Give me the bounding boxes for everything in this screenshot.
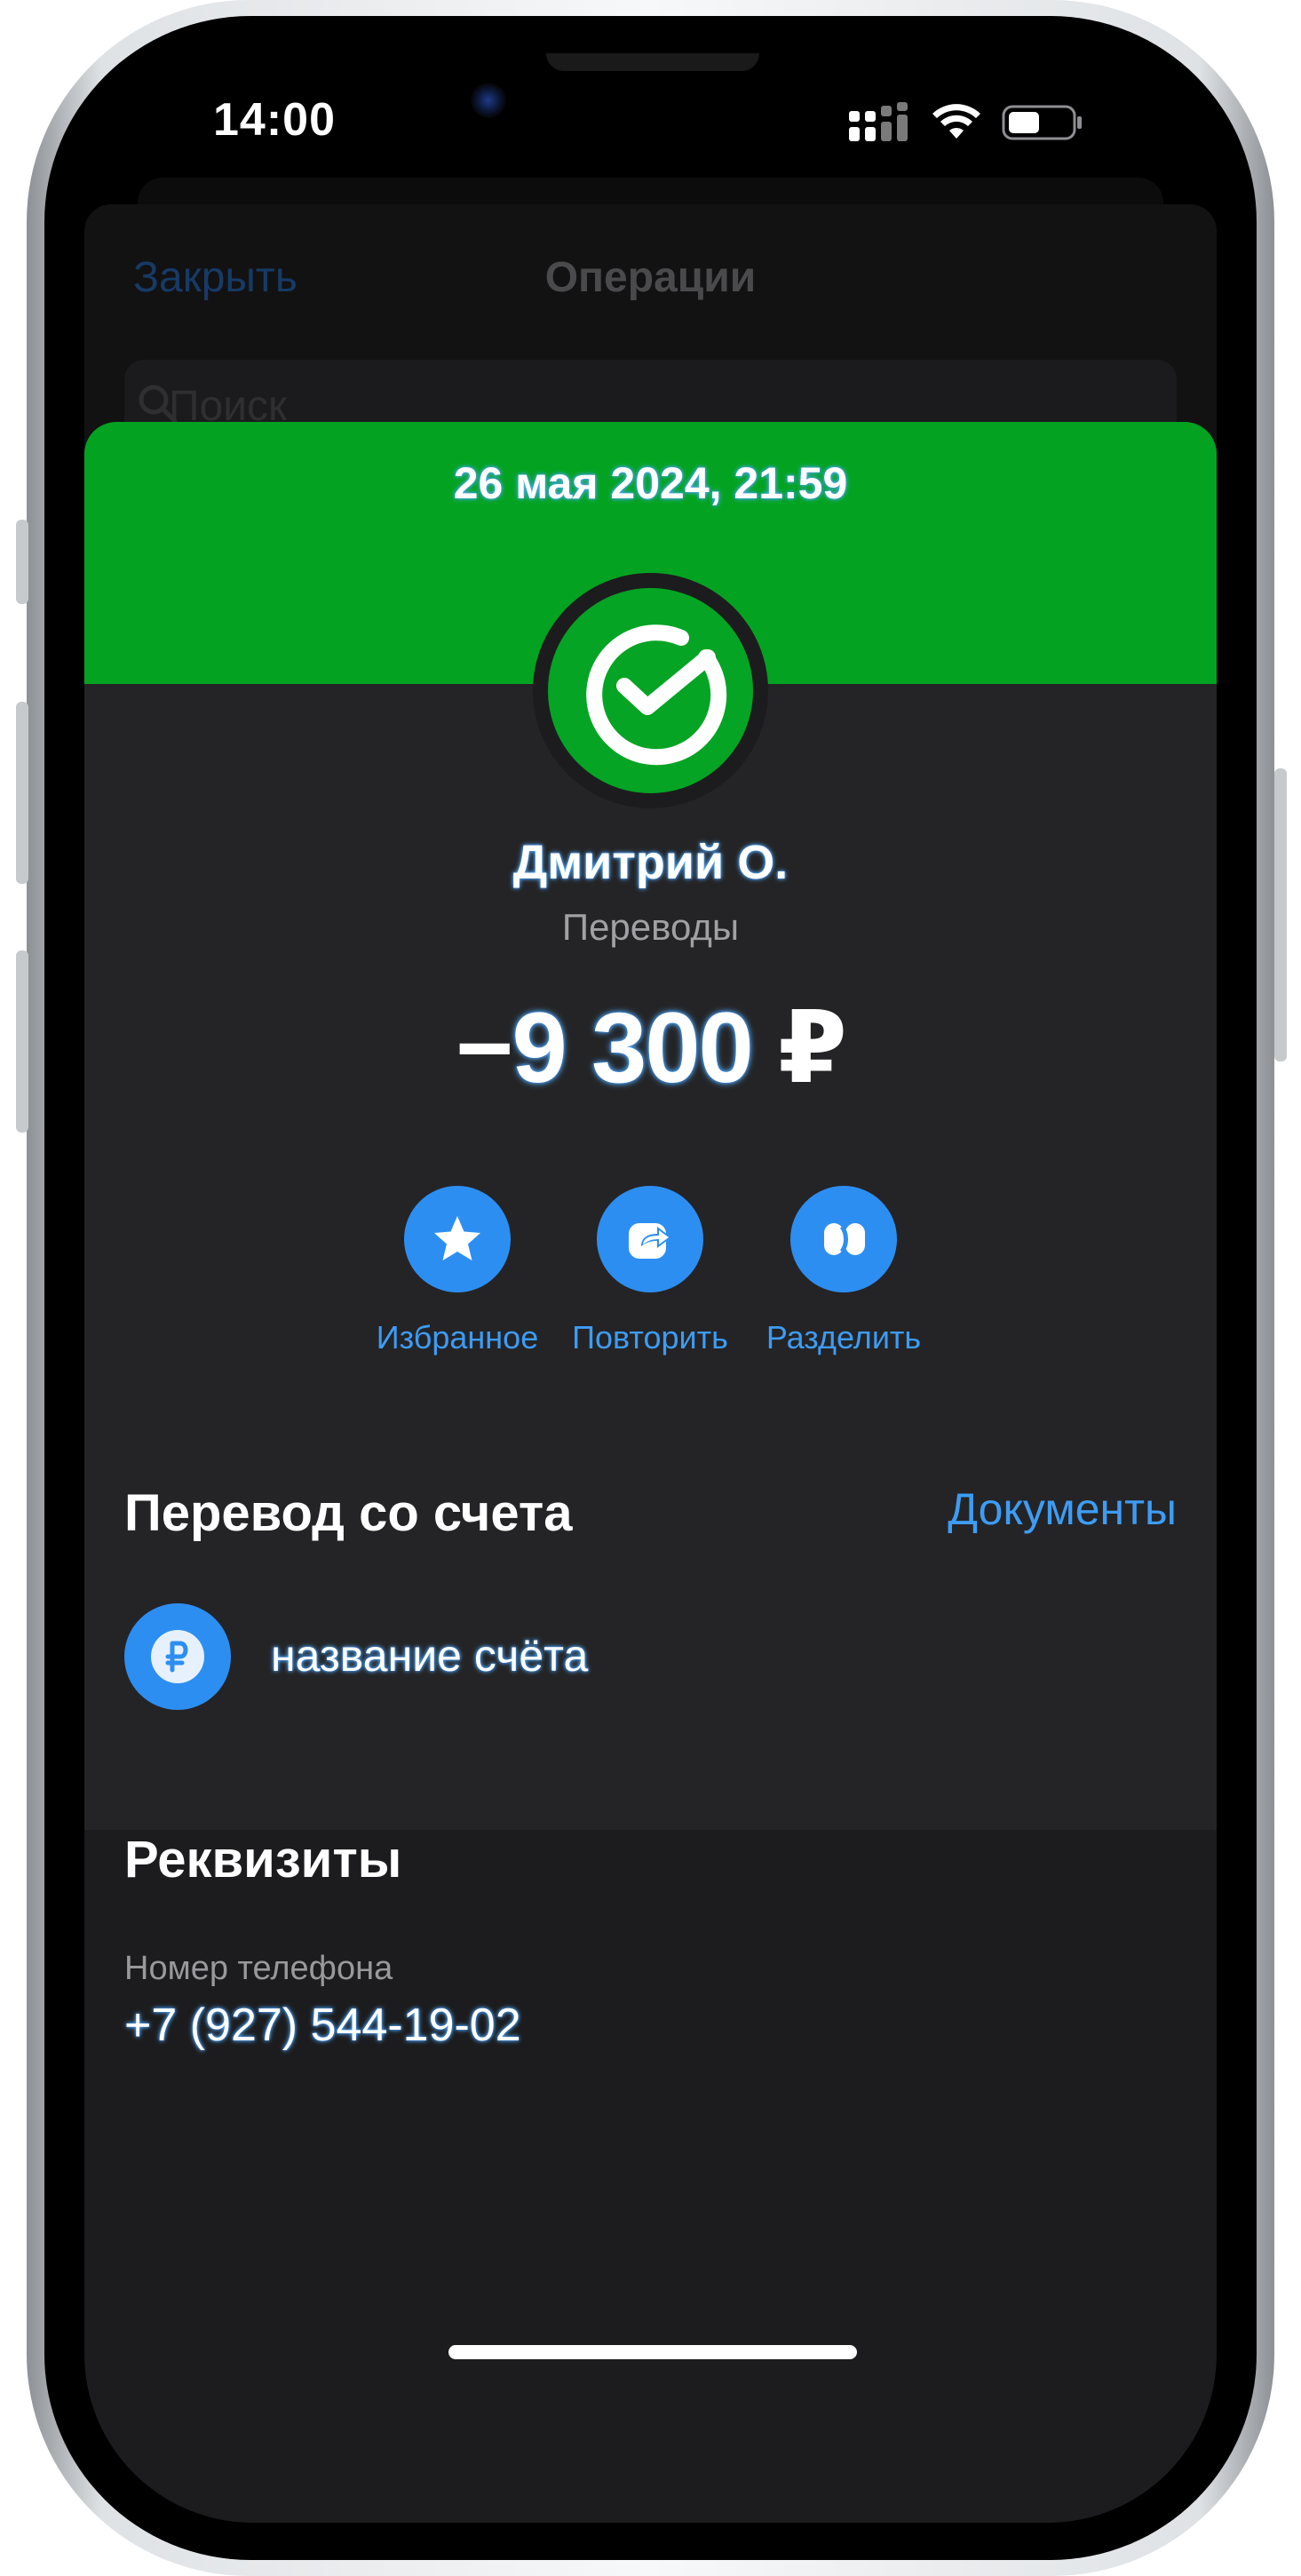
background-title: Операции xyxy=(544,254,757,301)
source-account-name[interactable]: название счёта xyxy=(271,1630,588,1682)
status-bar: 14:00 xyxy=(84,53,1217,195)
repeat-button[interactable]: Повторить xyxy=(552,1186,748,1356)
split-label: Разделить xyxy=(766,1319,922,1356)
amount-sign: − xyxy=(456,992,513,1103)
repeat-arrow-icon xyxy=(597,1186,703,1292)
front-camera xyxy=(471,83,506,118)
power-button xyxy=(1274,768,1287,1061)
battery-icon xyxy=(1002,103,1083,147)
volume-up-button xyxy=(16,702,28,884)
screen: 14:00 Закрыть Операции Поиск 26 мая 2024… xyxy=(84,53,1217,2523)
amount-value: 9 300 xyxy=(512,992,754,1103)
documents-link[interactable]: Документы xyxy=(948,1483,1177,1535)
operation-category: Переводы xyxy=(561,906,740,948)
source-section-title: Перевод со счета xyxy=(124,1484,573,1542)
status-time: 14:00 xyxy=(213,94,336,146)
operation-datetime: 26 мая 2024, 21:59 xyxy=(453,458,848,508)
ruble-icon xyxy=(124,1603,231,1710)
operation-detail-card: 26 мая 2024, 21:59 Дмитрий О. Переводы −… xyxy=(84,422,1217,2523)
home-indicator[interactable] xyxy=(448,2345,857,2359)
amount-currency: ₽ xyxy=(777,992,847,1103)
star-icon xyxy=(404,1186,511,1292)
phone-number-value: +7 (927) 544-19-02 xyxy=(124,2000,521,2051)
split-button[interactable]: Разделить xyxy=(746,1186,941,1356)
phone-number-label: Номер телефона xyxy=(124,1950,393,1987)
cellular-signal-icon xyxy=(847,102,911,147)
favorite-label: Избранное xyxy=(376,1319,539,1356)
volume-down-button xyxy=(16,950,28,1133)
split-icon xyxy=(790,1186,897,1292)
status-icons xyxy=(847,102,1083,147)
mute-switch xyxy=(16,520,28,604)
repeat-label: Повторить xyxy=(572,1319,728,1356)
speaker-grille xyxy=(546,53,759,71)
requisites-section-title: Реквизиты xyxy=(124,1831,402,1888)
operation-amount: −9 300 ₽ xyxy=(84,990,1217,1106)
recipient-name: Дмитрий О. xyxy=(512,836,789,889)
wifi-icon xyxy=(931,103,982,147)
sber-logo-icon xyxy=(548,588,753,793)
favorite-button[interactable]: Избранное xyxy=(360,1186,555,1356)
